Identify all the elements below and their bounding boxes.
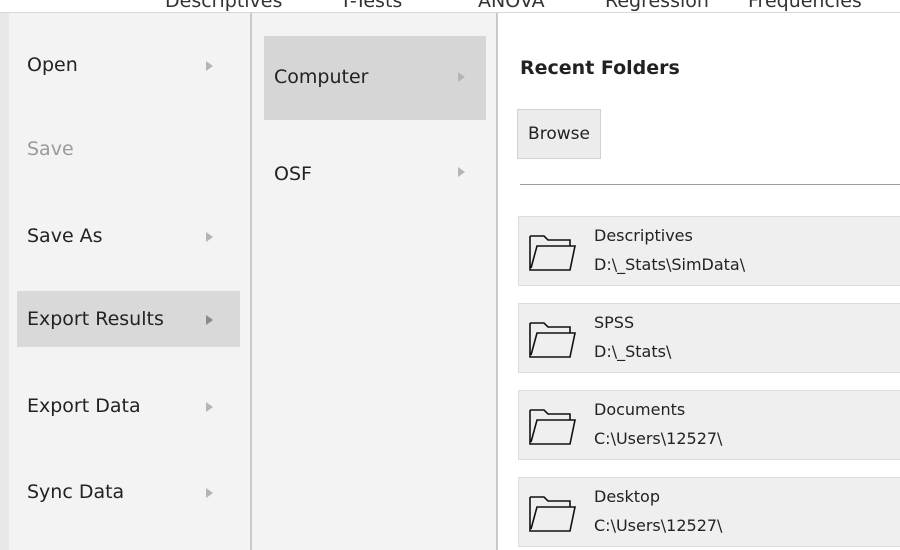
menu-item-label: Sync Data	[27, 481, 125, 503]
folder-name: Descriptives	[594, 226, 693, 245]
recent-folders-panel: Recent Folders Browse Descriptives D:\_S…	[498, 13, 900, 550]
folder-icon	[529, 496, 576, 532]
folder-path: D:\_Stats\	[594, 342, 672, 361]
folder-name: Documents	[594, 400, 686, 419]
menu-item-export-results[interactable]: Export Results	[17, 291, 240, 347]
chevron-right-icon	[206, 315, 213, 325]
browse-button[interactable]: Browse	[517, 109, 601, 159]
menu-item-open[interactable]: Open	[17, 37, 240, 93]
menu-item-label: Save	[27, 138, 74, 160]
menu-item-label: Export Results	[27, 308, 164, 330]
recent-folder-item[interactable]: Documents C:\Users\12527\	[518, 390, 900, 460]
chevron-right-icon	[458, 72, 465, 82]
folder-name: Desktop	[594, 487, 660, 506]
menu-item-sync-data[interactable]: Sync Data	[17, 465, 240, 521]
recent-folders-title: Recent Folders	[520, 57, 680, 79]
folder-icon	[529, 235, 576, 271]
chevron-right-icon	[206, 232, 213, 242]
chevron-right-icon	[206, 488, 213, 498]
chevron-right-icon	[206, 61, 213, 71]
ribbon-tab-descriptives[interactable]: Descriptives	[165, 0, 282, 12]
menu-item-label: Save As	[27, 225, 103, 247]
recent-folder-item[interactable]: Descriptives D:\_Stats\SimData\	[518, 216, 900, 286]
menu-item-label: Export Data	[27, 395, 141, 417]
file-menu: Open Save Save As Export Results Export …	[9, 13, 252, 550]
menu-item-label: Open	[27, 54, 78, 76]
folder-icon	[529, 322, 576, 358]
ribbon-tab-regression[interactable]: Regression	[605, 0, 709, 12]
top-ribbon: Descriptives T-Tests ANOVA Regression Fr…	[0, 0, 900, 13]
menu-item-export-data[interactable]: Export Data	[17, 379, 240, 435]
ribbon-tab-anova[interactable]: ANOVA	[478, 0, 545, 12]
menu-item-save-as[interactable]: Save As	[17, 205, 240, 261]
window-left-edge	[0, 13, 9, 550]
location-item-label: OSF	[274, 163, 312, 185]
folder-name: SPSS	[594, 313, 635, 332]
chevron-right-icon	[206, 402, 213, 412]
folder-icon	[529, 409, 576, 445]
location-item-label: Computer	[274, 66, 369, 88]
chevron-right-icon	[458, 167, 465, 177]
recent-folder-item[interactable]: SPSS D:\_Stats\	[518, 303, 900, 373]
location-item-osf[interactable]: OSF	[264, 123, 486, 207]
recent-folder-item[interactable]: Desktop C:\Users\12527\	[518, 477, 900, 547]
folder-path: C:\Users\12527\	[594, 516, 723, 535]
ribbon-tab-t-tests[interactable]: T-Tests	[340, 0, 402, 12]
folder-path: C:\Users\12527\	[594, 429, 723, 448]
ribbon-tab-frequencies[interactable]: Frequencies	[748, 0, 862, 12]
menu-item-save[interactable]: Save	[17, 123, 240, 179]
folder-path: D:\_Stats\SimData\	[594, 255, 746, 274]
location-item-computer[interactable]: Computer	[264, 36, 486, 120]
divider	[520, 184, 900, 185]
location-menu: Computer OSF	[252, 13, 498, 550]
